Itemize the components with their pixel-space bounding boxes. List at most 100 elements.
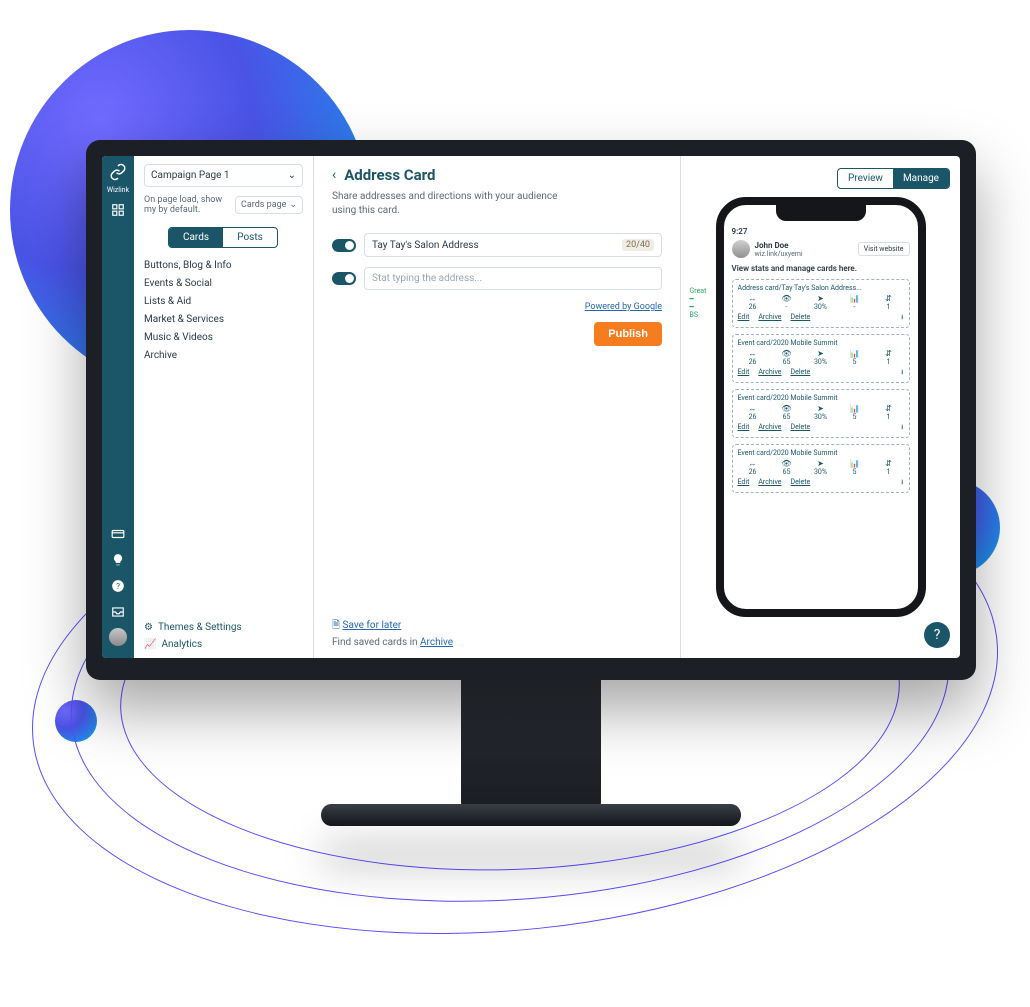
category-item[interactable]: Market & Services (144, 314, 303, 325)
card-actions: Edit Archive Delete ⭳ (738, 313, 904, 324)
user-avatar[interactable] (109, 628, 127, 646)
archive-link[interactable]: Archive (420, 637, 453, 648)
load-default-select[interactable]: Cards page ⌄ (235, 196, 303, 214)
publish-button[interactable]: Publish (594, 322, 662, 346)
card-action-archive[interactable]: Archive (758, 313, 781, 324)
profile-name: John Doe (755, 241, 803, 250)
stat-value: 1 (874, 468, 904, 476)
stat-item: ➤30% (806, 295, 836, 311)
stat-value: - (840, 303, 870, 311)
phone-notch (776, 205, 866, 221)
save-sub: Find saved cards in Archive (332, 637, 662, 648)
tab-cards[interactable]: Cards (169, 228, 223, 247)
stat-item: 👁- (772, 295, 802, 311)
address-input[interactable]: Stat typing the address... (364, 267, 662, 290)
stat-item: 📊- (840, 295, 870, 311)
page-select[interactable]: Campaign Page 1 ⌄ (144, 164, 303, 187)
stat-icon: ↔ (738, 295, 768, 303)
card-action-delete[interactable]: Delete (791, 423, 811, 434)
card-action-delete[interactable]: Delete (791, 313, 811, 324)
address-toggle[interactable] (332, 272, 356, 285)
card-actions: Edit Archive Delete ⭳ (738, 478, 904, 489)
themes-settings-link[interactable]: ⚙ Themes & Settings (144, 622, 303, 633)
card-description: Share addresses and directions with your… (332, 190, 562, 217)
category-item[interactable]: Events & Social (144, 278, 303, 289)
stat-value: 30% (806, 358, 836, 366)
brand-logo-icon[interactable] (108, 162, 128, 182)
monitor-mockup: Wizlink ? Campaign Page 1 ⌄ On page load… (86, 140, 976, 826)
help-icon[interactable]: ? (108, 576, 128, 596)
manage-helper-text: View stats and manage cards here. (732, 264, 910, 273)
card-actions: Edit Archive Delete ⭳ (738, 423, 904, 434)
status-time: 9:27 (732, 227, 910, 236)
save-sub-prefix: Find saved cards in (332, 637, 420, 648)
download-icon[interactable]: ⭳ (901, 423, 903, 434)
card-icon[interactable] (108, 524, 128, 544)
stat-icon: ➤ (806, 295, 836, 303)
preview-card[interactable]: Event card/2020 Mobile Summit↔26👁65➤30%📊… (732, 334, 910, 383)
help-fab[interactable]: ? (924, 622, 950, 648)
stat-icon: 👁 (772, 295, 802, 303)
download-icon[interactable]: ⭳ (901, 313, 903, 324)
analytics-link[interactable]: 📈 Analytics (144, 639, 303, 650)
profile-header: John Doe wiz.link/uxyemi Visit website (732, 240, 910, 258)
profile-avatar (732, 240, 750, 258)
card-action-edit[interactable]: Edit (738, 368, 750, 379)
lightbulb-icon[interactable] (108, 550, 128, 570)
stat-icon: 📊 (840, 460, 870, 468)
tab-posts[interactable]: Posts (223, 228, 277, 247)
powered-by-link[interactable]: Powered by Google (332, 302, 662, 312)
card-action-edit[interactable]: Edit (738, 478, 750, 489)
chevron-down-icon: ⌄ (289, 200, 297, 210)
title-input[interactable]: Tay Tay's Salon Address 20/40 (364, 233, 662, 257)
gear-icon: ⚙ (144, 622, 153, 633)
category-item[interactable]: Buttons, Blog & Info (144, 260, 303, 271)
card-action-edit[interactable]: Edit (738, 313, 750, 324)
stat-item: 👁65 (772, 405, 802, 421)
monitor-stand-base (321, 804, 741, 826)
cards-container: Address card/Tay Tay's Salon Address...↔… (732, 279, 910, 493)
card-action-archive[interactable]: Archive (758, 423, 781, 434)
stat-icon: ↔ (738, 405, 768, 413)
preview-card-title: Event card/2020 Mobile Summit (738, 449, 904, 457)
monitor-bezel: Wizlink ? Campaign Page 1 ⌄ On page load… (86, 140, 976, 680)
stat-value: 65 (772, 413, 802, 421)
back-button[interactable]: ‹ (332, 167, 336, 183)
category-item[interactable]: Music & Videos (144, 332, 303, 343)
card-actions: Edit Archive Delete ⭳ (738, 368, 904, 379)
dashboard-icon[interactable] (108, 200, 128, 220)
preview-card-title: Event card/2020 Mobile Summit (738, 394, 904, 402)
stat-icon: 📊 (840, 295, 870, 303)
address-field-row: Stat typing the address... (332, 267, 662, 290)
download-icon[interactable]: ⭳ (901, 368, 903, 379)
save-for-later-link[interactable]: Save for later (343, 620, 402, 631)
svg-text:?: ? (116, 581, 120, 591)
stat-icon: 📊 (840, 350, 870, 358)
download-icon[interactable]: ⭳ (901, 478, 903, 489)
preview-card[interactable]: Event card/2020 Mobile Summit↔26👁65➤30%📊… (732, 444, 910, 493)
stat-icon: ⇵ (874, 405, 904, 413)
inbox-icon[interactable] (108, 602, 128, 622)
stat-icon: ➤ (806, 460, 836, 468)
stat-icon: 👁 (772, 460, 802, 468)
load-default-text: On page load, show my by default. (144, 195, 229, 215)
tab-manage[interactable]: Manage (893, 169, 949, 188)
card-action-delete[interactable]: Delete (791, 478, 811, 489)
card-action-archive[interactable]: Archive (758, 368, 781, 379)
preview-card[interactable]: Event card/2020 Mobile Summit↔26👁65➤30%📊… (732, 389, 910, 438)
stat-value: 26 (738, 413, 768, 421)
card-action-delete[interactable]: Delete (791, 368, 811, 379)
stat-value: 5 (840, 413, 870, 421)
category-item[interactable]: Lists & Aid (144, 296, 303, 307)
stat-item: 📊5 (840, 460, 870, 476)
stat-value: 26 (738, 358, 768, 366)
visit-website-button[interactable]: Visit website (858, 242, 910, 256)
tab-preview[interactable]: Preview (838, 169, 893, 188)
preview-card[interactable]: Address card/Tay Tay's Salon Address...↔… (732, 279, 910, 328)
phone-frame: 9:27 John Doe wiz.link/uxyemi Visit webs… (716, 197, 926, 617)
title-toggle[interactable] (332, 239, 356, 252)
category-item[interactable]: Archive (144, 350, 303, 361)
card-action-archive[interactable]: Archive (758, 478, 781, 489)
card-title: Address Card (344, 166, 435, 184)
card-action-edit[interactable]: Edit (738, 423, 750, 434)
